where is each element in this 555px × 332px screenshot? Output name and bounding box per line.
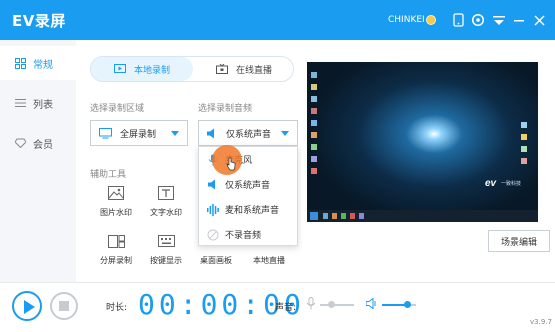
scene-edit-button[interactable]: 场景编辑 xyxy=(488,230,550,252)
text-icon xyxy=(157,185,175,201)
monitor-icon xyxy=(99,127,112,138)
system-volume-knob[interactable] xyxy=(404,301,411,308)
version-label: v3.9.7 xyxy=(530,318,552,326)
record-mode-tabs: 本地录制 在线直播 xyxy=(90,56,294,82)
mic-volume-knob[interactable] xyxy=(328,301,336,308)
tool-label: 文字水印 xyxy=(150,208,182,217)
chevron-down-icon xyxy=(281,131,289,136)
tool-label: 本地直播 xyxy=(253,256,285,265)
audio-option-none[interactable]: 不录音频 xyxy=(199,222,299,247)
audio-option-mic-and-system[interactable]: 麦和系统声音 xyxy=(199,197,299,222)
tool-label: 桌面画板 xyxy=(200,256,232,265)
local-live-tool[interactable]: 本地直播 xyxy=(243,255,295,266)
phone-icon[interactable] xyxy=(450,12,466,28)
mic-volume-slider[interactable] xyxy=(320,304,354,306)
audio-select-value: 仅系统声音 xyxy=(226,129,272,140)
split-screen-tool[interactable]: 分屏录制 xyxy=(90,233,142,266)
soundwave-icon xyxy=(207,203,219,216)
desktop-whiteboard-tool[interactable]: 桌面画板 xyxy=(190,255,242,266)
minimize-icon[interactable] xyxy=(511,12,527,28)
sidebar-item-label: 会员 xyxy=(33,139,53,151)
sidebar-item-general[interactable]: 常规 xyxy=(0,46,76,80)
key-display-tool[interactable]: 按键显示 xyxy=(140,233,192,266)
audio-select[interactable]: 仅系统声音 xyxy=(198,120,298,146)
audio-option-system[interactable]: 仅系统声音 xyxy=(199,172,299,197)
microphone-icon[interactable] xyxy=(306,297,316,310)
speaker-icon xyxy=(207,179,219,191)
start-record-button[interactable] xyxy=(12,291,42,321)
audio-section-label: 选择录制音频 xyxy=(198,104,253,114)
region-section-label: 选择录制区域 xyxy=(90,104,145,114)
sidebar-item-label: 常规 xyxy=(33,59,53,71)
screen-record-icon xyxy=(113,64,126,73)
tools-section-label: 辅助工具 xyxy=(90,170,127,180)
settings-icon[interactable] xyxy=(470,12,486,28)
grid-icon xyxy=(14,57,26,69)
diamond-icon xyxy=(14,137,26,149)
chevron-down-icon xyxy=(171,131,179,136)
sidebar: 常规 列表 会员 xyxy=(0,40,76,282)
split-screen-icon xyxy=(107,233,125,249)
text-watermark-tool[interactable]: 文字水印 xyxy=(140,185,192,218)
region-select-value: 全屏录制 xyxy=(120,129,157,140)
image-watermark-tool[interactable]: 图片水印 xyxy=(90,185,142,218)
menu-icon[interactable] xyxy=(491,12,507,28)
hand-cursor-icon xyxy=(226,157,236,171)
tool-label: 分屏录制 xyxy=(100,256,132,265)
recording-preview: ev 一致科技 xyxy=(307,62,538,222)
svg-text:ev: ev xyxy=(485,178,498,189)
volume-label: 声音: xyxy=(275,303,297,313)
stop-record-button[interactable] xyxy=(50,292,78,320)
audio-option-label: 麦和系统声音 xyxy=(225,206,280,216)
audio-option-label: 不录音频 xyxy=(225,231,262,241)
speaker-icon xyxy=(207,128,214,138)
user-name[interactable]: CHINKEI xyxy=(388,15,425,25)
close-icon[interactable] xyxy=(531,12,547,28)
keyboard-icon xyxy=(157,233,175,249)
sidebar-item-label: 列表 xyxy=(33,99,53,111)
title-bar: EV录屏 CHINKEI xyxy=(0,0,555,40)
sidebar-item-member[interactable]: 会员 xyxy=(0,126,76,160)
speaker-icon[interactable] xyxy=(366,298,377,309)
sidebar-item-list[interactable]: 列表 xyxy=(0,86,76,120)
live-tv-icon xyxy=(215,64,228,74)
tab-label: 本地录制 xyxy=(133,65,170,76)
list-icon xyxy=(14,97,26,109)
duration-label: 时长: xyxy=(106,303,128,313)
mute-icon xyxy=(207,229,219,241)
tab-local-record[interactable]: 本地录制 xyxy=(91,57,193,81)
tab-live-stream[interactable]: 在线直播 xyxy=(193,57,295,81)
tool-label: 按键显示 xyxy=(150,256,182,265)
region-select[interactable]: 全屏录制 xyxy=(90,120,188,146)
tool-label: 图片水印 xyxy=(100,208,132,217)
app-title: EV录屏 xyxy=(12,12,66,30)
preview-watermark: 一致科技 xyxy=(501,181,522,187)
bottom-bar: 时长: 00:00:00 声音: xyxy=(0,282,555,332)
tab-label: 在线直播 xyxy=(235,65,272,76)
coin-icon xyxy=(426,15,436,25)
audio-option-label: 仅系统声音 xyxy=(225,181,271,191)
image-icon xyxy=(107,185,125,201)
